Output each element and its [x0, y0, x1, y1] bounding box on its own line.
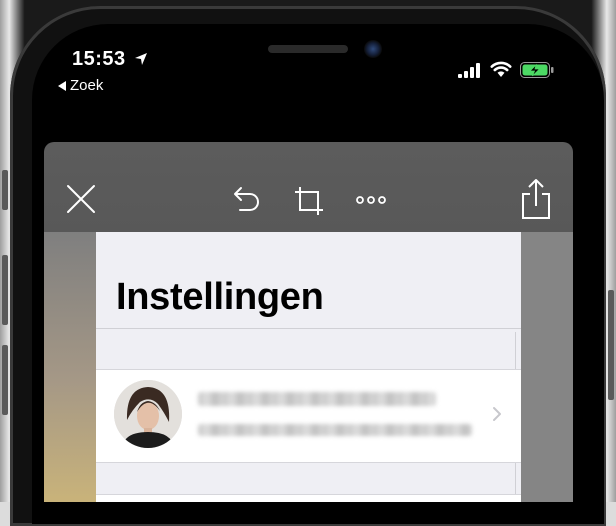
title-divider	[96, 328, 521, 329]
front-camera	[364, 40, 382, 58]
canvas-margin-right	[521, 232, 573, 502]
earpiece-speaker	[268, 45, 348, 53]
mute-switch	[2, 170, 8, 210]
redacted-subtitle	[198, 424, 472, 436]
next-section-row	[96, 494, 521, 502]
screenshot-markup-editor: Instellingen	[44, 142, 573, 502]
volume-down-button	[2, 345, 8, 415]
profile-photo	[114, 380, 182, 448]
profile-row	[96, 369, 521, 463]
wifi-icon	[490, 61, 512, 77]
crop-icon[interactable]	[294, 186, 324, 216]
cellular-signal-icon	[458, 63, 480, 78]
more-icon[interactable]	[356, 194, 386, 206]
location-arrow-icon	[135, 53, 147, 65]
redacted-name	[198, 392, 436, 406]
back-to-search-link[interactable]: Zoek	[58, 77, 103, 94]
back-label: Zoek	[70, 77, 104, 94]
close-icon[interactable]	[66, 184, 96, 214]
undo-icon[interactable]	[230, 184, 262, 216]
chevron-right-icon	[493, 407, 501, 421]
volume-up-button	[2, 255, 8, 325]
page-title: Instellingen	[116, 276, 324, 318]
screenshot-preview: Instellingen	[96, 232, 521, 502]
share-icon[interactable]	[520, 178, 552, 220]
canvas-margin-left	[44, 232, 96, 502]
power-button	[608, 290, 614, 400]
back-triangle-icon	[58, 80, 66, 91]
status-time: 15:53	[72, 48, 126, 70]
battery-charging-icon	[520, 62, 554, 78]
